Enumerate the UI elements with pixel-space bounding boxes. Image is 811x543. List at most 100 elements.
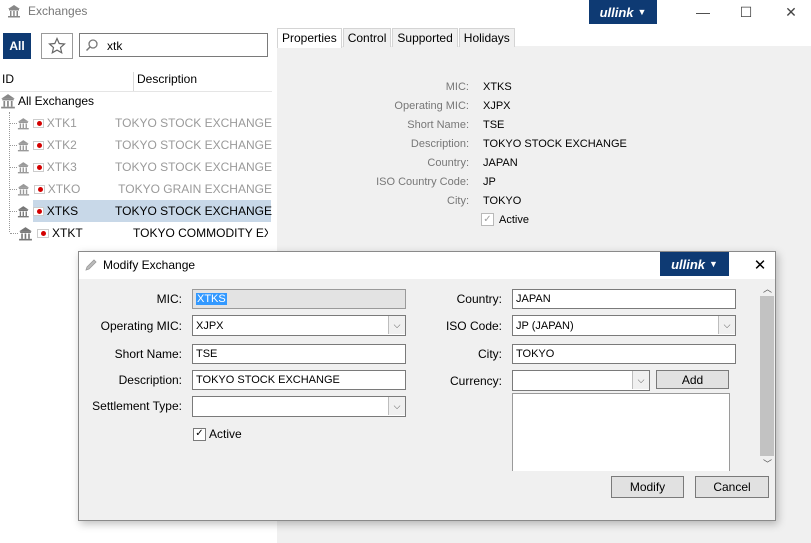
tab-properties[interactable]: Properties [277,28,342,48]
exchange-list: XTK1 TOKYO STOCK EXCHANGE XTK2 TOKYO STO… [0,112,272,244]
row-id: XTK1 [46,116,77,130]
modify-exchange-dialog: Modify Exchange ullink ▼ ✕ MIC: XTKS Ope… [78,251,776,521]
city-field[interactable]: TOKYO [512,344,736,364]
settlement-type-select[interactable]: ⌵ [192,396,406,417]
property-row: Operating MIC: XJPX [279,96,627,115]
description-value: TOKYO STOCK EXCHANGE [196,374,340,386]
country-field[interactable]: JAPAN [512,289,736,309]
chevron-down-icon: ▼ [709,259,718,269]
row-id: XTKO [47,182,81,196]
row-description: TOKYO STOCK EXCHANGE [115,204,272,218]
brand-logo: ullink [599,4,634,20]
description-label: Description: [118,373,182,387]
list-item[interactable]: XTKT TOKYO COMMODITY EXCH [0,222,272,244]
chevron-down-icon[interactable]: ⌵ [388,316,405,334]
bank-icon [17,139,29,151]
tree-connector [10,210,17,212]
operating-mic-select[interactable]: XJPX ⌵ [192,315,406,336]
japan-flag-icon [34,184,45,194]
active-checkbox-row[interactable]: ✓ Active [193,427,242,441]
list-item-selected[interactable]: XTKS TOKYO STOCK EXCHANGE [0,200,272,222]
tree-root-all-exchanges[interactable]: All Exchanges [0,90,94,112]
operating-mic-label: Operating MIC: [100,319,182,333]
column-header-description[interactable]: Description [137,72,197,92]
property-value: XTKS [483,80,512,93]
dialog-scrollbar[interactable]: ︿ ﹀ [759,280,775,470]
japan-flag-icon [37,228,49,238]
favorites-button[interactable] [41,33,73,59]
close-window-button[interactable]: ✕ [768,0,811,24]
scroll-down-icon[interactable]: ﹀ [763,457,772,470]
property-label: Short Name: [407,118,469,131]
property-value: JAPAN [483,156,518,169]
maximize-button[interactable]: ☐ [723,0,769,24]
bank-icon [8,5,20,18]
bank-icon [19,226,32,240]
row-id: XTKS [46,204,79,218]
tree-connector [10,188,17,190]
chevron-down-icon[interactable]: ⌵ [388,397,405,415]
list-item[interactable]: XTK2 TOKYO STOCK EXCHANGE [0,134,272,156]
property-label: Operating MIC: [394,99,469,112]
modify-button[interactable]: Modify [611,476,684,498]
list-item[interactable]: XTK3 TOKYO STOCK EXCHANGE [0,156,272,178]
window-title: Exchanges [28,4,88,18]
property-value: JP [483,175,496,188]
bank-icon [17,161,29,173]
active-label: Active [209,427,242,441]
property-label: Country: [427,156,469,169]
pencil-icon [85,259,97,271]
city-value: TOKYO [516,348,555,360]
property-label: MIC: [445,80,469,93]
row-description: TOKYO COMMODITY EXCH [133,226,268,240]
search-icon [85,39,98,52]
dialog-title: Modify Exchange [103,258,196,272]
add-currency-button[interactable]: Add [656,370,729,389]
row-description: TOKYO GRAIN EXCHANGE [118,182,272,196]
tab-control[interactable]: Control [342,28,392,47]
list-item[interactable]: XTK1 TOKYO STOCK EXCHANGE [0,112,272,134]
property-label: ISO Country Code: [376,175,469,188]
list-item[interactable]: XTKO TOKYO GRAIN EXCHANGE [0,178,272,200]
country-label: Country: [456,292,502,306]
tab-holidays[interactable]: Holidays [458,28,515,47]
bank-icon [17,183,30,196]
mic-field[interactable]: XTKS [192,289,406,309]
row-description: TOKYO STOCK EXCHANGE [115,116,272,130]
minimize-button[interactable]: — [680,0,726,24]
property-row: Short Name: TSE [279,115,627,134]
property-value: TOKYO [483,194,522,207]
cancel-button[interactable]: Cancel [695,476,769,498]
dialog-brand-menu-button[interactable]: ullink ▼ [660,252,729,276]
column-header-id[interactable]: ID [2,72,14,92]
brand-logo: ullink [671,256,706,272]
active-checkbox[interactable]: ✓ [193,427,206,441]
brand-menu-button[interactable]: ullink ▼ [589,0,657,24]
chevron-down-icon[interactable]: ⌵ [718,316,735,334]
dialog-close-button[interactable]: ✕ [747,255,773,275]
column-separator[interactable] [133,72,134,92]
mic-value: XTKS [196,293,227,305]
currency-select[interactable]: ⌵ [512,370,650,391]
japan-flag-icon [33,118,44,128]
search-value: xtk [107,39,123,53]
property-row: Description: TOKYO STOCK EXCHANGE [279,134,627,153]
short-name-field[interactable]: TSE [192,344,406,364]
scrollbar-thumb[interactable] [760,296,774,456]
chevron-down-icon: ▼ [637,7,647,17]
iso-code-select[interactable]: JP (JAPAN) ⌵ [512,315,736,336]
currency-list[interactable] [512,393,730,471]
property-value: TSE [483,118,505,131]
chevron-down-icon[interactable]: ⌵ [632,371,649,389]
iso-code-label: ISO Code: [445,319,502,333]
tab-supported[interactable]: Supported [392,28,458,47]
row-id: XTK2 [46,138,77,152]
filter-all-button[interactable]: All [3,33,31,59]
scroll-up-icon[interactable]: ︿ [763,282,772,295]
property-value: TOKYO STOCK EXCHANGE [483,137,627,150]
description-field[interactable]: TOKYO STOCK EXCHANGE [192,370,406,390]
mic-label: MIC: [156,292,182,306]
settlement-type-label: Settlement Type: [92,399,182,413]
country-value: JAPAN [516,293,551,305]
property-active-row: ✓ Active [279,210,627,229]
